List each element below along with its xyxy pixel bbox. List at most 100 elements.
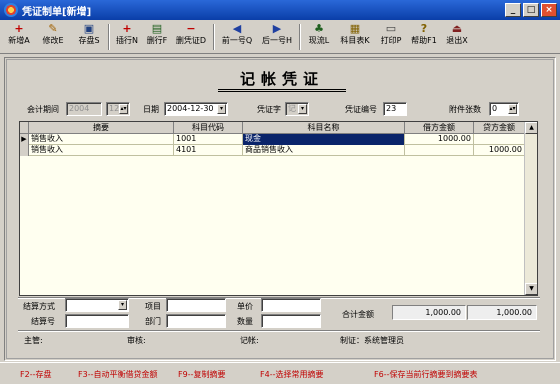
toolbar-separator xyxy=(213,24,215,50)
entry-grid[interactable]: 摘要 科目代码 科目名称 借方金额 贷方金额 ▶ 销售收入 1001 现金 10… xyxy=(19,121,538,296)
cell-debit[interactable]: 1000.00 xyxy=(405,134,474,145)
delete-row-icon: ▤ xyxy=(151,22,163,35)
save-icon: ▣ xyxy=(83,22,95,35)
help-icon: ? xyxy=(420,22,428,35)
row-indicator xyxy=(20,145,29,156)
hotkey-hint: F4--选择常用摘要 xyxy=(260,370,324,379)
arrow-left-icon: ◀ xyxy=(232,22,242,35)
title-underline xyxy=(218,89,346,90)
quantity-label: 数量 xyxy=(237,317,253,326)
attachment-count-label: 附件张数 xyxy=(449,105,481,114)
cell-debit[interactable] xyxy=(405,145,474,156)
plus-icon: + xyxy=(14,22,24,35)
attachment-count-field[interactable]: 0 ▴▾ xyxy=(489,102,519,116)
account-table-button[interactable]: ▦ 科目表K xyxy=(336,22,374,52)
unit-price-label: 单价 xyxy=(237,302,253,311)
date-label: 日期 xyxy=(143,105,159,114)
scroll-up-icon[interactable]: ▲ xyxy=(525,122,537,134)
title-bar: 凭证制单[新增] _ □ × xyxy=(0,0,560,20)
col-summary[interactable]: 摘要 xyxy=(29,122,174,134)
department-field[interactable] xyxy=(166,314,226,328)
prev-voucher-button[interactable]: ◀ 前一号Q xyxy=(218,22,256,52)
window-title: 凭证制单[新增] xyxy=(22,6,92,18)
dropdown-icon[interactable]: ▾ xyxy=(217,104,226,114)
dropdown-icon[interactable]: ▾ xyxy=(298,104,307,114)
minimize-button[interactable]: _ xyxy=(505,3,521,17)
settle-no-field[interactable] xyxy=(65,314,129,328)
print-button[interactable]: ▭ 打印P xyxy=(376,22,406,52)
title-underline xyxy=(218,91,346,92)
cell-credit[interactable]: 1000.00 xyxy=(474,145,525,156)
row-indicator-header xyxy=(20,122,29,134)
period-label: 会计期间 xyxy=(27,105,59,114)
account-table-icon: ▦ xyxy=(349,22,361,35)
footer-divider xyxy=(18,330,540,332)
toolbar: + 新增A ✎ 修改E ▣ 存盘S + 插行N ▤ 删行F − 删凭证D ◀ 前… xyxy=(0,20,560,54)
exit-button[interactable]: ⏏ 退出X xyxy=(442,22,472,52)
auditor-label: 审核: xyxy=(127,336,146,345)
cell-account-name[interactable]: 商品销售收入 xyxy=(243,145,405,156)
dropdown-icon[interactable]: ▾ xyxy=(118,300,127,310)
col-account-code[interactable]: 科目代码 xyxy=(174,122,243,134)
maximize-button[interactable]: □ xyxy=(523,3,539,17)
cell-summary[interactable]: 销售收入 xyxy=(29,134,174,145)
help-button[interactable]: ? 帮助F1 xyxy=(408,22,440,52)
cell-account-code[interactable]: 4101 xyxy=(174,145,243,156)
period-month-field[interactable]: 12 ▴▾ xyxy=(106,102,130,116)
close-button[interactable]: × xyxy=(541,3,557,17)
date-field[interactable]: 2004-12-30 ▾ xyxy=(164,102,228,116)
cell-account-code[interactable]: 1001 xyxy=(174,134,243,145)
col-credit[interactable]: 贷方金额 xyxy=(474,122,525,134)
vertical-scrollbar[interactable]: ▲ ▼ xyxy=(524,122,537,295)
save-button[interactable]: ▣ 存盘S xyxy=(72,22,106,52)
project-label: 项目 xyxy=(145,302,161,311)
hotkey-hint: F2--存盘 xyxy=(20,370,52,379)
insert-row-icon: + xyxy=(122,22,132,35)
edit-button[interactable]: ✎ 修改E xyxy=(36,22,70,52)
cell-credit[interactable] xyxy=(474,134,525,145)
hotkey-hint: F9--复制摘要 xyxy=(178,370,226,379)
spin-icon[interactable]: ▴▾ xyxy=(508,104,517,114)
project-field[interactable] xyxy=(166,298,226,312)
table-row[interactable]: ▶ 销售收入 1001 现金 1000.00 xyxy=(20,134,525,145)
toolbar-separator xyxy=(299,24,301,50)
scroll-down-icon[interactable]: ▼ xyxy=(525,283,537,295)
delete-voucher-button[interactable]: − 删凭证D xyxy=(173,22,209,52)
status-bar: F2--存盘 F3--自动平衡借贷金额 F9--复制摘要 F4--选择常用摘要 … xyxy=(0,362,560,384)
grid-header: 摘要 科目代码 科目名称 借方金额 贷方金额 xyxy=(20,122,537,134)
bookkeeper-label: 记帐: xyxy=(240,336,259,345)
next-voucher-button[interactable]: ▶ 后一号H xyxy=(258,22,296,52)
maker-label: 制证：系统管理员 xyxy=(340,336,404,345)
period-year-field[interactable]: 2004 xyxy=(66,102,102,116)
total-debit: 1,000.00 xyxy=(392,305,466,320)
spin-icon[interactable]: ▴▾ xyxy=(119,104,128,114)
settle-method-label: 结算方式 xyxy=(23,302,55,311)
department-label: 部门 xyxy=(145,317,161,326)
add-button[interactable]: + 新增A xyxy=(4,22,34,52)
cell-summary[interactable]: 销售收入 xyxy=(29,145,174,156)
app-icon xyxy=(4,3,18,17)
col-debit[interactable]: 借方金额 xyxy=(405,122,474,134)
delete-voucher-icon: − xyxy=(186,22,196,35)
voucher-number-field[interactable]: 23 xyxy=(383,102,407,116)
delete-row-button[interactable]: ▤ 删行F xyxy=(142,22,172,52)
total-credit: 1,000.00 xyxy=(467,305,537,320)
exit-icon: ⏏ xyxy=(451,22,463,35)
current-row-icon: ▶ xyxy=(20,134,29,145)
hotkey-hint: F6--保存当前行摘要到摘要表 xyxy=(374,370,478,379)
settle-method-field[interactable]: ▾ xyxy=(65,298,129,312)
table-row[interactable]: 销售收入 4101 商品销售收入 1000.00 xyxy=(20,145,525,156)
print-icon: ▭ xyxy=(385,22,397,35)
voucher-type-field[interactable]: 记 ▾ xyxy=(285,102,309,116)
settle-no-label: 结算号 xyxy=(31,317,55,326)
total-amount-label: 合计金额 xyxy=(342,310,374,319)
edit-icon: ✎ xyxy=(48,22,58,35)
unit-price-field[interactable] xyxy=(261,298,321,312)
col-account-name[interactable]: 科目名称 xyxy=(243,122,405,134)
voucher-number-label: 凭证编号 xyxy=(345,105,377,114)
cashflow-button[interactable]: ♣ 现流L xyxy=(304,22,334,52)
cell-account-name[interactable]: 现金 xyxy=(243,134,405,145)
voucher-type-label: 凭证字 xyxy=(257,105,281,114)
quantity-field[interactable] xyxy=(261,314,321,328)
insert-row-button[interactable]: + 插行N xyxy=(112,22,142,52)
